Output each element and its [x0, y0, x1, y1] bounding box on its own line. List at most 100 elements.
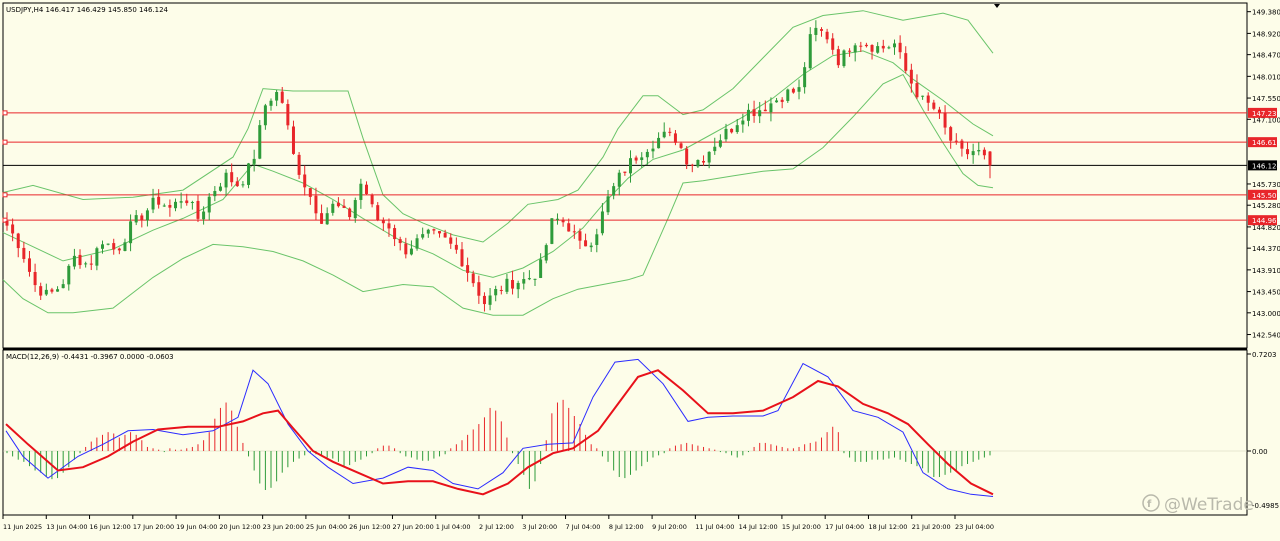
candle-body: [50, 289, 54, 292]
candle-body: [898, 42, 902, 53]
candle-body: [673, 133, 677, 143]
candle-body: [291, 126, 295, 154]
price-axis-label: 144.370: [1252, 245, 1280, 253]
candle-body: [409, 248, 413, 255]
candle-body: [539, 259, 543, 278]
time-axis-label: 11 Jul 04:00: [695, 523, 734, 531]
candle-body: [786, 89, 790, 101]
candle-body: [258, 125, 262, 159]
candle-body: [280, 91, 284, 103]
candle-body: [61, 284, 65, 289]
time-axis-label: 16 Jun 12:00: [90, 523, 131, 531]
candle-body: [572, 231, 576, 233]
candle-body: [864, 44, 868, 47]
candle-body: [426, 229, 430, 234]
chart-svg: 149.380148.920148.470148.010147.550147.1…: [0, 0, 1280, 537]
candle-body: [72, 255, 76, 267]
time-axis-label: 26 Jun 12:00: [349, 523, 390, 531]
candle-body: [791, 88, 795, 93]
candle-body: [224, 172, 228, 188]
level-price-label: 146.616: [1252, 139, 1280, 147]
candle-body: [881, 45, 885, 49]
candle-body: [803, 67, 807, 88]
candle-body: [612, 186, 616, 196]
price-axis-label: 142.540: [1252, 332, 1280, 340]
time-axis-label: 19 Jun 04:00: [176, 523, 217, 531]
candle-body: [848, 50, 852, 52]
candle-body: [331, 203, 335, 213]
candle-body: [134, 215, 138, 223]
chart-background: [0, 0, 1280, 537]
candle-body: [735, 125, 739, 132]
candle-body: [516, 282, 520, 290]
candle-body: [168, 204, 172, 208]
time-axis-label: 7 Jul 04:00: [566, 523, 601, 531]
candle-body: [190, 202, 194, 204]
candle-body: [67, 265, 71, 285]
time-axis-label: 9 Jul 20:00: [652, 523, 687, 531]
candle-body: [606, 196, 610, 213]
candle-body: [252, 158, 256, 164]
time-axis-label: 14 Jul 12:00: [739, 523, 778, 531]
candle-body: [668, 131, 672, 133]
candle-body: [185, 200, 189, 204]
price-axis-label: 143.000: [1252, 310, 1280, 318]
candle-body: [932, 102, 936, 109]
candle-body: [494, 288, 498, 296]
candle-body: [640, 157, 644, 161]
candle-body: [460, 249, 464, 267]
candle-body: [364, 184, 368, 194]
candle-body: [657, 137, 661, 149]
candle-body: [78, 254, 82, 266]
candle-body: [949, 127, 953, 141]
candle-body: [342, 205, 346, 208]
price-axis-label: 145.730: [1252, 181, 1280, 189]
candle-body: [56, 289, 60, 292]
candle-body: [724, 128, 728, 140]
candle-body: [499, 289, 503, 291]
trading-chart: 149.380 148.920 148.470 148.010 147.550 147.1…: [0, 0, 1280, 537]
candle-body: [511, 279, 515, 289]
candle-body: [449, 237, 453, 244]
candle-body: [370, 194, 374, 205]
candle-body: [174, 201, 178, 209]
time-axis-label: 15 Jul 20:00: [782, 523, 821, 531]
candle-body: [679, 143, 683, 148]
candle-body: [971, 151, 975, 156]
candle-body: [22, 247, 26, 259]
candle-body: [831, 38, 835, 50]
candle-body: [544, 245, 548, 261]
candle-body: [202, 211, 206, 220]
candle-body: [775, 100, 779, 103]
candle-body: [95, 248, 99, 266]
candle-body: [584, 240, 588, 247]
candle-body: [207, 196, 211, 213]
time-axis-label: 2 Jul 12:00: [479, 523, 514, 531]
candle-body: [819, 29, 823, 31]
candle-body: [533, 278, 537, 280]
candle-body: [303, 174, 307, 188]
candle-body: [859, 45, 863, 47]
candle-body: [404, 243, 408, 255]
candle-body: [825, 31, 829, 40]
candle-body: [718, 140, 722, 147]
candle-body: [297, 154, 301, 175]
candle-body: [814, 27, 818, 35]
candle-body: [129, 221, 133, 244]
candle-body: [275, 91, 279, 101]
candle-body: [769, 103, 773, 113]
candle-body: [977, 150, 981, 152]
time-axis-label: 23 Jul 04:00: [955, 523, 994, 531]
candle-body: [730, 128, 734, 133]
candle-body: [112, 243, 116, 250]
candle-body: [567, 223, 571, 232]
candle-body: [438, 231, 442, 234]
time-axis-label: 20 Jun 12:00: [219, 523, 260, 531]
candle-body: [702, 160, 706, 163]
time-axis-label: 23 Jun 20:00: [263, 523, 304, 531]
candle-body: [758, 110, 762, 117]
candle-body: [151, 197, 155, 210]
macd-header: MACD(12,26,9) -0.4431 -0.3967 0.0000 -0.…: [6, 353, 174, 361]
candle-body: [904, 53, 908, 71]
candle-body: [651, 148, 655, 152]
